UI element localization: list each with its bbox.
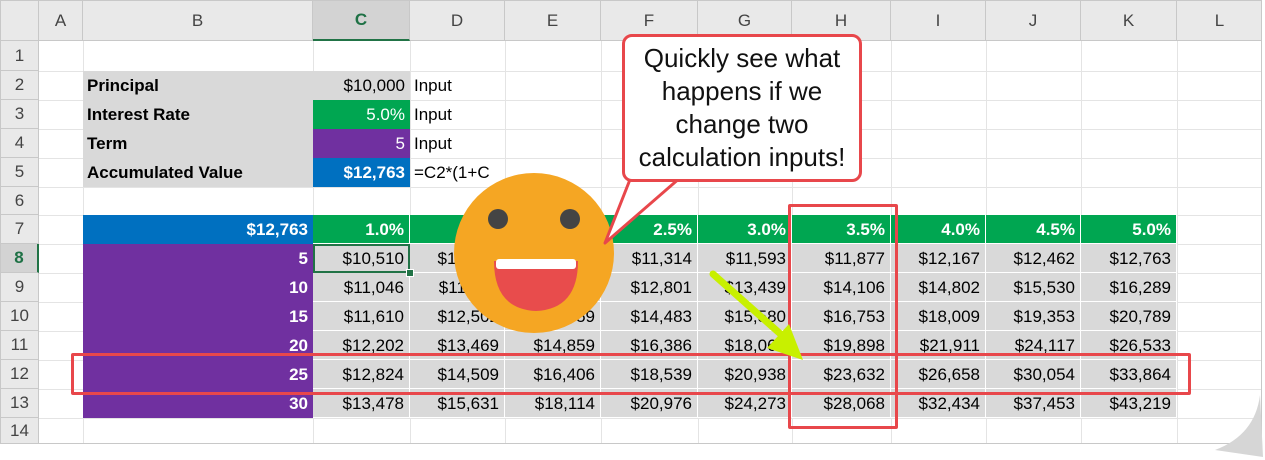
select-all-corner[interactable] — [1, 1, 39, 41]
row-header-13[interactable]: 13 — [1, 389, 39, 418]
column-header-d[interactable]: D — [410, 1, 505, 41]
row-header-7[interactable]: 7 — [1, 215, 39, 244]
callout-tail — [603, 171, 683, 245]
column-header-l[interactable]: L — [1177, 1, 1261, 41]
rate-header-cell[interactable]: 5.0% — [1081, 215, 1177, 244]
rate-header-cell[interactable]: 3.0% — [698, 215, 792, 244]
highlight-row-box — [71, 353, 1191, 395]
spreadsheet: ABCDEFGHIJKL 1 2 3 4 5 6 7 8 9 10 11 12 13 14 Princip… — [0, 0, 1262, 444]
accumulated-value[interactable]: $12,763 — [313, 158, 410, 187]
principal-value[interactable]: $10,000 — [313, 71, 410, 100]
principal-label[interactable]: Principal — [83, 71, 313, 100]
row-header-9[interactable]: 9 — [1, 273, 39, 302]
fill-handle[interactable] — [406, 269, 414, 277]
table-value-cell[interactable]: $15,530 — [986, 273, 1081, 302]
column-header-i[interactable]: I — [891, 1, 986, 41]
accumulated-value-label[interactable]: Accumulated Value — [83, 158, 313, 187]
callout-text: Quickly see what happens if we change tw… — [638, 43, 846, 172]
data-table-corner[interactable]: $12,763 — [83, 215, 313, 244]
term-row-header-cell[interactable]: 15 — [83, 302, 313, 331]
term-label[interactable]: Term — [83, 129, 313, 158]
row-header-3[interactable]: 3 — [1, 100, 39, 129]
table-value-cell[interactable]: $10,510 — [313, 244, 410, 273]
row-header-4[interactable]: 4 — [1, 129, 39, 158]
table-value-cell[interactable]: $11,046 — [313, 273, 410, 302]
row-header-11[interactable]: 11 — [1, 331, 39, 360]
table-value-cell[interactable]: $20,789 — [1081, 302, 1177, 331]
table-value-cell[interactable]: $16,289 — [1081, 273, 1177, 302]
column-header-e[interactable]: E — [505, 1, 601, 41]
column-header-k[interactable]: K — [1081, 1, 1177, 41]
row-header-14[interactable]: 14 — [1, 418, 39, 443]
table-value-cell[interactable]: $12,763 — [1081, 244, 1177, 273]
column-header-c[interactable]: C — [313, 1, 410, 41]
principal-note[interactable]: Input — [410, 71, 500, 100]
row-header-10[interactable]: 10 — [1, 302, 39, 331]
interest-rate-note[interactable]: Input — [410, 100, 500, 129]
arrow-icon — [709, 270, 803, 360]
term-row-header-cell[interactable]: 5 — [83, 244, 313, 273]
column-header-j[interactable]: J — [986, 1, 1081, 41]
rate-header-cell[interactable]: 4.0% — [891, 215, 986, 244]
table-value-cell[interactable]: $12,462 — [986, 244, 1081, 273]
table-value-cell[interactable]: $19,353 — [986, 302, 1081, 331]
rate-header-cell[interactable]: 1.0% — [313, 215, 410, 244]
table-value-cell[interactable]: $12,167 — [891, 244, 986, 273]
row-header-5[interactable]: 5 — [1, 158, 39, 187]
row-header-2[interactable]: 2 — [1, 71, 39, 100]
column-header-a[interactable]: A — [39, 1, 83, 41]
row-header-1[interactable]: 1 — [1, 41, 39, 71]
table-value-cell[interactable]: $18,009 — [891, 302, 986, 331]
term-row-header-cell[interactable]: 10 — [83, 273, 313, 302]
row-header-6[interactable]: 6 — [1, 187, 39, 215]
interest-rate-label[interactable]: Interest Rate — [83, 100, 313, 129]
term-value[interactable]: 5 — [313, 129, 410, 158]
table-value-cell[interactable]: $14,802 — [891, 273, 986, 302]
page-curl-shadow — [1215, 395, 1263, 457]
row-header-12[interactable]: 12 — [1, 360, 39, 389]
table-value-cell[interactable]: $11,610 — [313, 302, 410, 331]
column-header-b[interactable]: B — [83, 1, 313, 41]
row-header-8[interactable]: 8 — [1, 244, 39, 273]
callout-bubble: Quickly see what happens if we change tw… — [622, 34, 862, 182]
rate-header-cell[interactable]: 4.5% — [986, 215, 1081, 244]
interest-rate-value[interactable]: 5.0% — [313, 100, 410, 129]
